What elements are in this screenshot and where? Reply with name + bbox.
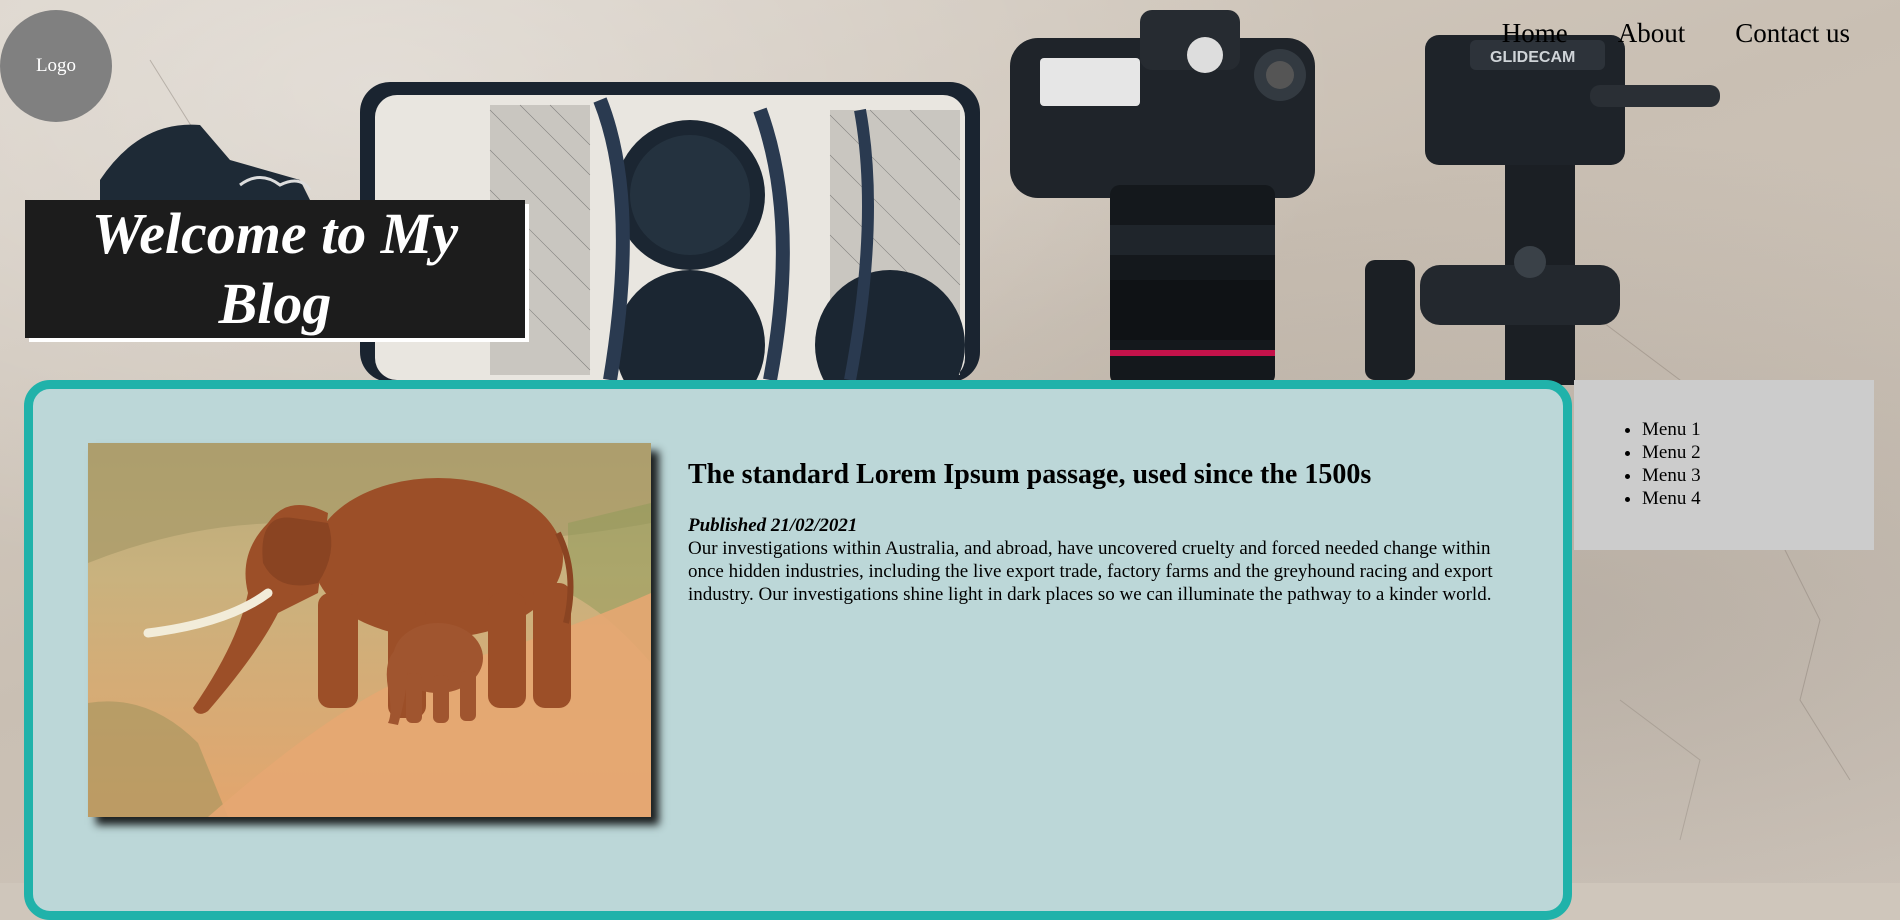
sidebar-item-menu-1[interactable]: Menu 1 [1642, 418, 1874, 441]
sidebar-menu: Menu 1 Menu 2 Menu 3 Menu 4 [1574, 380, 1874, 550]
tripod-head-shape: GLIDECAM [1365, 35, 1720, 385]
logo-text: Logo [35, 55, 77, 76]
article-content: The standard Lorem Ipsum passage, used s… [688, 459, 1518, 606]
hero-banner: Welcome to My Blog [25, 200, 525, 338]
article-published-date: Published 21/02/2021 [688, 515, 858, 536]
article-body: Our investigations within Australia, and… [688, 538, 1493, 605]
article-title: The standard Lorem Ipsum passage, used s… [688, 459, 1372, 490]
hero-title-line2: Blog [218, 271, 332, 336]
sidebar-item-menu-4[interactable]: Menu 4 [1642, 487, 1874, 510]
elephant-illustration [88, 443, 651, 817]
main-nav: Home About Contact us [1502, 18, 1850, 49]
article-card: The standard Lorem Ipsum passage, used s… [24, 380, 1572, 920]
svg-text:GLIDECAM: GLIDECAM [1490, 49, 1575, 66]
strap-shape [100, 124, 312, 200]
nav-contact-link[interactable]: Contact us [1735, 18, 1850, 49]
sidebar-list: Menu 1 Menu 2 Menu 3 Menu 4 [1574, 418, 1874, 510]
sidebar-item-menu-3[interactable]: Menu 3 [1642, 464, 1874, 487]
hero-title-line1: Welcome to My [91, 201, 459, 266]
hero-title: Welcome to My Blog [92, 199, 458, 339]
camera-shape [1010, 10, 1315, 385]
logo[interactable]: Logo [0, 10, 112, 122]
sidebar-item-menu-2[interactable]: Menu 2 [1642, 441, 1874, 464]
nav-home-link[interactable]: Home [1502, 18, 1568, 49]
elephant-photo [88, 443, 651, 817]
nav-about-link[interactable]: About [1618, 18, 1686, 49]
